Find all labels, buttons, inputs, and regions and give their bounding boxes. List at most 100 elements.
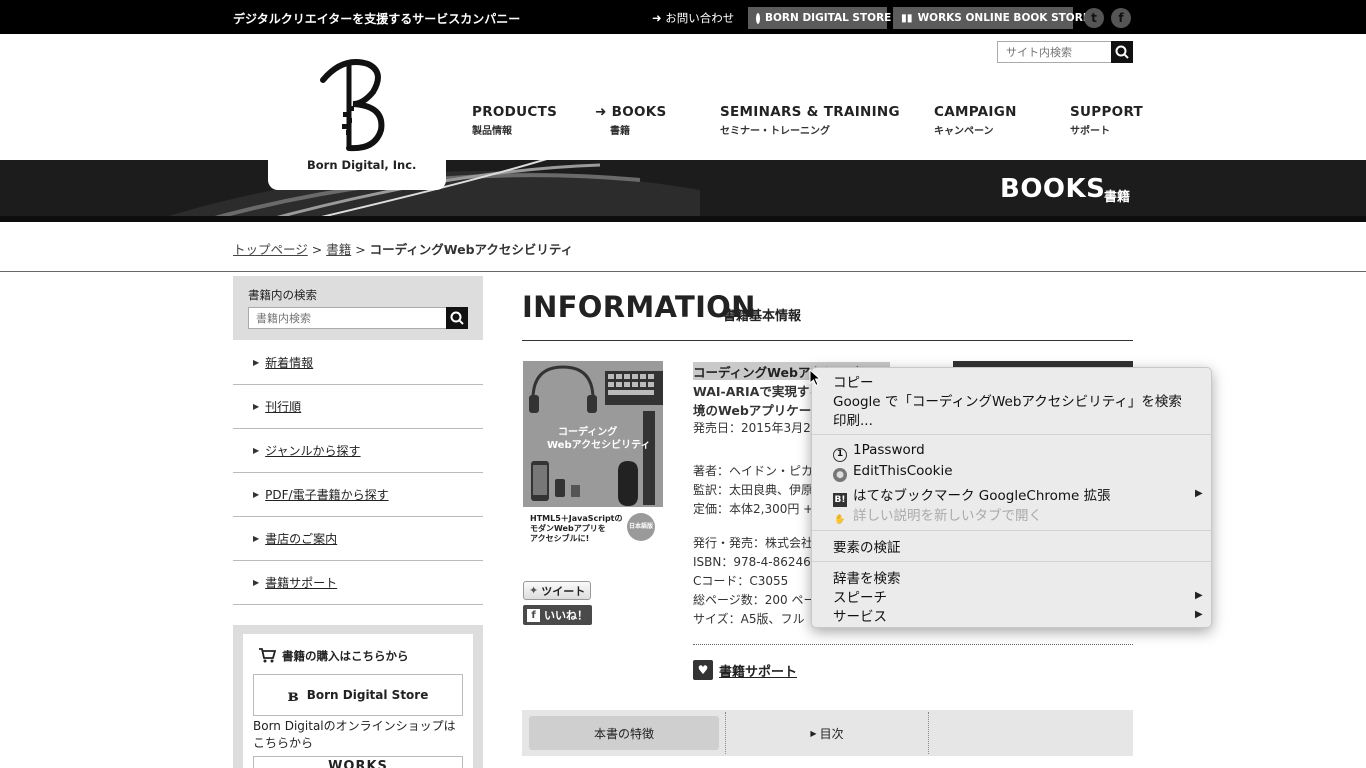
book-subtitle-1: WAI-ARIAで実現する xyxy=(693,384,822,399)
hand-icon: ✋ xyxy=(834,515,846,525)
menu-item-copy[interactable]: コピー xyxy=(833,371,874,391)
sidebar-item-genre[interactable]: ▶ ジャンルから探す xyxy=(233,429,483,473)
cover-tagline-3: アクセシブルに! xyxy=(530,534,590,543)
banner-swoosh-graphic xyxy=(0,160,1366,222)
book-subtitle-2: 境のWebアプリケーシ xyxy=(693,403,824,418)
tagline: デジタルクリエイターを支援するサービスカンパニー xyxy=(233,12,521,26)
works-online-book-store-button[interactable]: ▮▮ WORKS ONLINE BOOK STORE xyxy=(893,7,1090,29)
facebook-icon[interactable]: f xyxy=(1111,8,1131,28)
page-count: 総ページ数：200 ペー xyxy=(693,593,816,607)
nav-books-jp: 書籍 xyxy=(610,126,630,137)
cover-title-line2: Webアクセシビリティ xyxy=(547,440,651,451)
works-store-link[interactable]: WORKS xyxy=(253,756,463,768)
divider xyxy=(522,340,1133,341)
breadcrumb-home[interactable]: トップページ xyxy=(233,242,308,257)
tweet-button[interactable]: ✦ ツイート xyxy=(523,581,591,600)
nav-products[interactable]: PRODUCTS 製品情報 xyxy=(472,104,557,137)
book-size: サイズ：A5版、フル xyxy=(693,612,805,626)
store-link-label: Born Digital Store xyxy=(306,688,429,702)
born-digital-logo-mini: ʙ xyxy=(287,685,299,705)
menu-item-editthiscookie[interactable]: ● EditThisCookie xyxy=(833,463,953,482)
logo-text: Born Digital, Inc. xyxy=(307,158,417,172)
tab-table-of-contents[interactable]: ▶ 目次 xyxy=(726,716,928,750)
contact-link[interactable]: ➜ お問い合わせ xyxy=(652,10,734,26)
triangle-right-icon: ▶ xyxy=(253,358,260,367)
menu-item-search-google[interactable]: Google で「コーディングWebアクセシビリティ」を検索 xyxy=(833,390,1182,410)
nav-books-en: ➜ BOOKS xyxy=(595,104,667,120)
submenu-arrow-icon: ▶ xyxy=(1195,590,1203,601)
nav-support[interactable]: SUPPORT サポート xyxy=(1070,104,1143,137)
works-button-label: WORKS ONLINE BOOK STORE xyxy=(917,12,1090,24)
store-button-label: BORN DIGITAL STORE xyxy=(765,12,892,24)
sidebar-item-label: 書店のご案内 xyxy=(265,532,338,546)
submenu-arrow-icon: ▶ xyxy=(1195,609,1203,620)
author: 著者：ヘイドン・ピカ xyxy=(693,464,814,478)
heart-icon: ♥ xyxy=(693,660,713,680)
page-subtitle: 書籍基本情報 xyxy=(723,309,802,324)
menu-item-dictionary[interactable]: 辞書を検索 xyxy=(833,567,901,587)
section-banner xyxy=(0,160,1366,222)
price: 定価：本体2,300円 + xyxy=(693,502,814,516)
twitter-icon[interactable]: t xyxy=(1084,8,1104,28)
banner-subtitle: 書籍 xyxy=(1104,190,1131,205)
sidebar-item-bookstores[interactable]: ▶ 書店のご案内 xyxy=(233,517,483,561)
nav-campaign-jp: キャンペーン xyxy=(934,126,994,137)
menu-item-speech[interactable]: スピーチ xyxy=(833,586,887,606)
sidebar-item-ebooks[interactable]: ▶ PDF/電子書籍から探す xyxy=(233,473,483,517)
store-icon xyxy=(756,12,760,24)
context-menu: コピー Google で「コーディングWebアクセシビリティ」を検索 印刷...… xyxy=(811,367,1212,628)
search-icon xyxy=(1115,45,1129,59)
menu-item-1password[interactable]: 1 1Password xyxy=(833,442,925,462)
tweet-label: ツイート xyxy=(541,584,586,598)
mouse-cursor-icon xyxy=(809,369,821,387)
sidebar-item-publication-order[interactable]: ▶ 刊行順 xyxy=(233,385,483,429)
site-search-input[interactable] xyxy=(997,41,1112,63)
nav-books[interactable]: ➜ BOOKS 書籍 xyxy=(595,104,667,137)
breadcrumb-current: コーディングWebアクセシビリティ xyxy=(369,242,574,257)
born-digital-store-link[interactable]: ʙ Born Digital Store xyxy=(253,674,463,716)
nav-seminars-en: SEMINARS & TRAINING xyxy=(720,104,900,120)
nav-campaign[interactable]: CAMPAIGN キャンペーン xyxy=(934,104,1017,137)
menu-separator xyxy=(812,530,1211,531)
menu-item-services[interactable]: サービス xyxy=(833,605,887,625)
menu-item-label: はてなブックマーク GoogleChrome 拡張 xyxy=(853,488,1111,504)
breadcrumb-separator: > xyxy=(355,242,370,257)
menu-item-print[interactable]: 印刷... xyxy=(833,409,873,429)
breadcrumb-separator: > xyxy=(311,242,327,257)
sidebar-item-book-support[interactable]: ▶ 書籍サポート xyxy=(233,561,483,605)
menu-item-label: EditThisCookie xyxy=(853,463,953,479)
arrow-icon: ➜ xyxy=(652,11,666,25)
nav-campaign-en: CAMPAIGN xyxy=(934,104,1017,120)
cart-icon xyxy=(259,648,276,663)
breadcrumb: トップページ > 書籍 > コーディングWebアクセシビリティ xyxy=(233,239,573,258)
book-search-input[interactable] xyxy=(248,307,447,329)
nav-support-en: SUPPORT xyxy=(1070,104,1144,120)
menu-separator xyxy=(812,561,1211,562)
like-label: いいね！ xyxy=(544,609,588,622)
menu-item-inspect[interactable]: 要素の検証 xyxy=(833,536,901,556)
nav-seminars[interactable]: SEMINARS & TRAINING セミナー・トレーニング xyxy=(720,104,900,137)
tab-features[interactable]: 本書の特徴 xyxy=(529,716,719,750)
sidebar-search-label: 書籍内の検索 xyxy=(248,288,317,302)
site-search-button[interactable] xyxy=(1111,41,1133,63)
book-search-button[interactable] xyxy=(446,307,468,329)
menu-item-label: 1Password xyxy=(853,442,925,458)
book-support-link[interactable]: ♥ 書籍サポート xyxy=(693,660,797,680)
twitter-icon: ✦ xyxy=(529,584,539,597)
c-code: Cコード：C3055 xyxy=(693,574,789,588)
submenu-arrow-icon: ▶ xyxy=(1195,488,1203,499)
purchase-title: 書籍の購入はこちらから xyxy=(282,649,409,663)
book-icon: ▮▮ xyxy=(901,12,913,24)
arrow-icon: ➜ xyxy=(595,104,612,120)
born-digital-store-button[interactable]: BORN DIGITAL STORE xyxy=(748,7,891,29)
breadcrumb-books[interactable]: 書籍 xyxy=(326,242,351,257)
sidebar-item-new[interactable]: ▶ 新着情報 xyxy=(233,341,483,385)
triangle-right-icon: ▶ xyxy=(253,534,260,543)
book-support-label: 書籍サポート xyxy=(719,664,798,680)
sidebar-item-label: 刊行順 xyxy=(265,400,302,414)
1password-icon: 1 xyxy=(833,448,847,462)
store-description: Born Digitalのオンラインショップはこちらから xyxy=(253,719,456,750)
facebook-like-button[interactable]: f いいね！ xyxy=(523,605,592,625)
contact-label: お問い合わせ xyxy=(665,11,735,25)
menu-item-open-details: ✋ 詳しい説明を新しいタブで開く xyxy=(833,504,1042,527)
